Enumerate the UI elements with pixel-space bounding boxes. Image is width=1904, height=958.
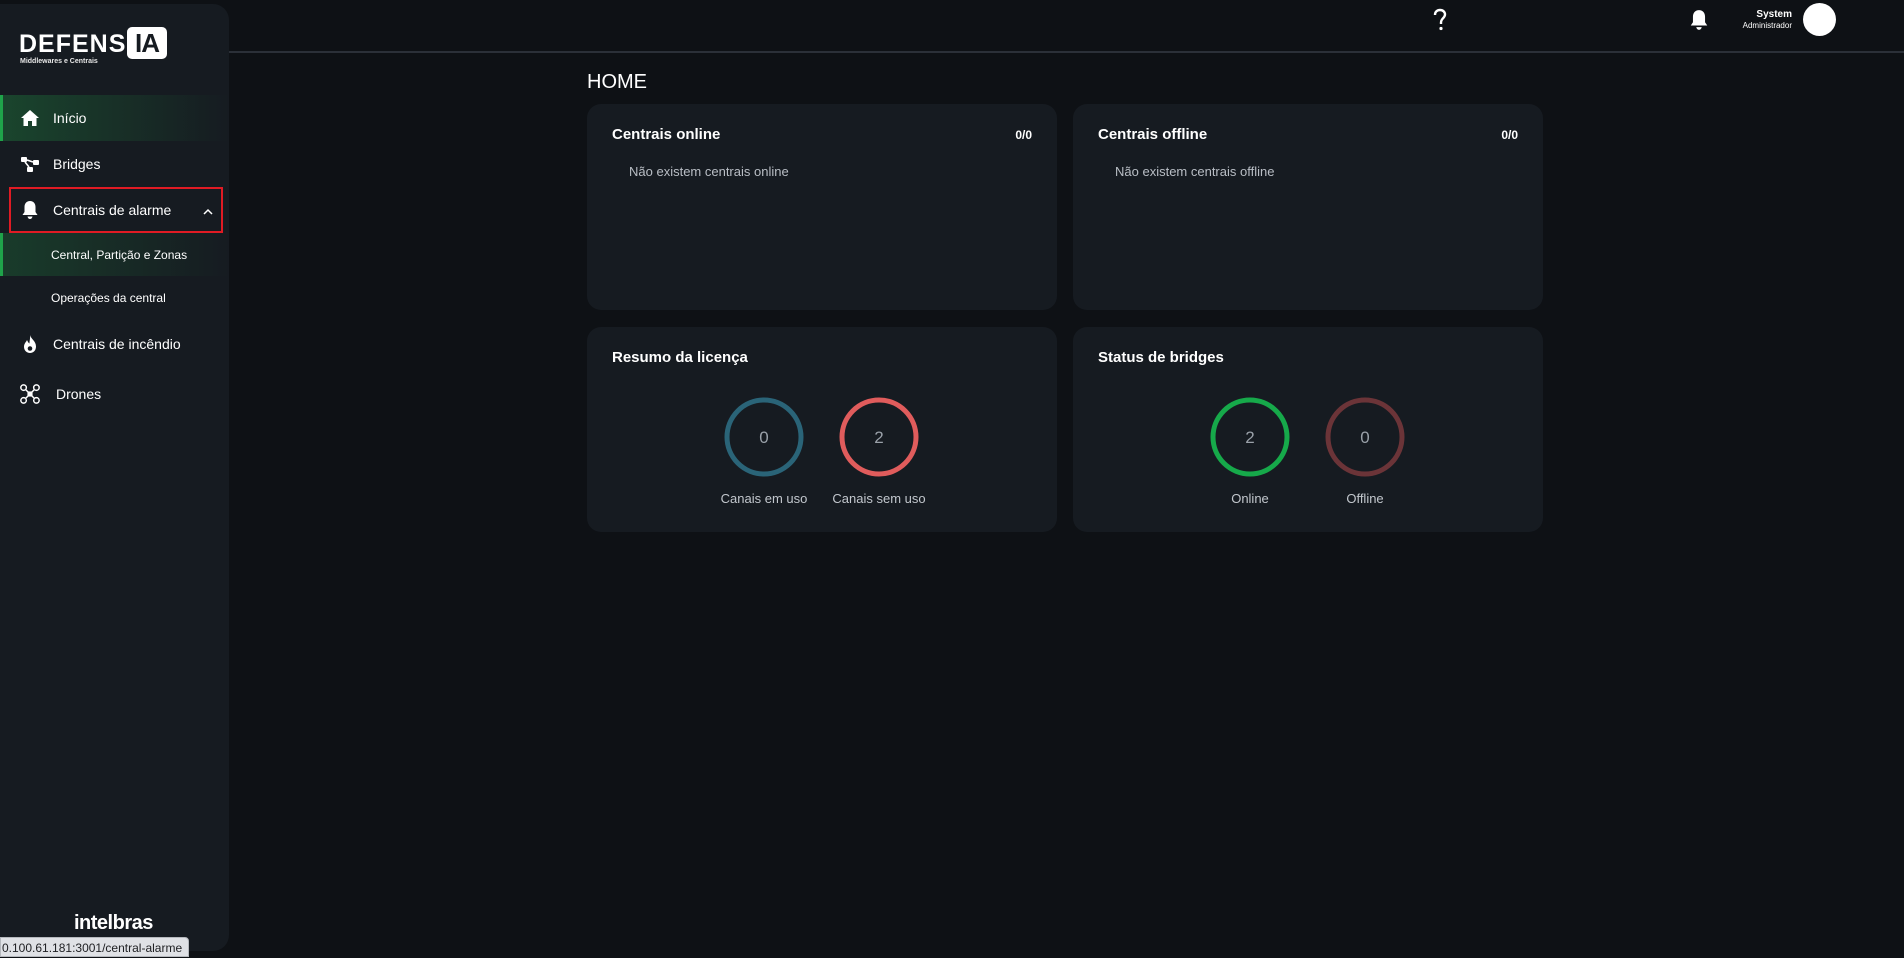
logo-badge: IA [127, 27, 167, 59]
logo-subtitle: Middlewares e Centrais [20, 58, 98, 65]
sidebar-item-label: Início [53, 110, 87, 126]
empty-message: Não existem centrais online [629, 164, 789, 179]
user-role: Administrador [1742, 21, 1792, 30]
logo-word: DEFENSE [19, 30, 145, 58]
flame-icon [19, 333, 41, 355]
sidebar-subitem-central-particao-zonas[interactable]: Central, Partição e Zonas [0, 233, 229, 276]
sidebar-nav: Início Bridges Centrais de alarme Centra… [0, 95, 229, 417]
card-centrais-offline: Centrais offline 0/0 Não existem centrai… [1073, 104, 1543, 310]
bridge-icon [19, 153, 41, 175]
ring-value: 0 [1360, 428, 1369, 447]
card-title: Status de bridges [1098, 349, 1224, 366]
chevron-up-icon[interactable] [203, 203, 213, 221]
sidebar-item-drones[interactable]: Drones [0, 371, 229, 417]
drone-icon [19, 383, 41, 405]
sidebar: DEFENSE IA Middlewares e Centrais Início… [0, 4, 229, 951]
sidebar-item-label: Bridges [53, 156, 101, 172]
sidebar-item-label: Centrais de incêndio [53, 336, 181, 352]
sidebar-item-label: Centrais de alarme [53, 202, 172, 218]
card-count: 0/0 [1015, 128, 1032, 142]
card-title: Centrais offline [1098, 126, 1208, 143]
ring-label: Offline [1346, 491, 1384, 506]
ring-canais-em-uso: 0 [723, 396, 805, 478]
card-title: Centrais online [612, 126, 721, 143]
user-name[interactable]: System [1756, 9, 1792, 20]
empty-message: Não existem centrais offline [1115, 164, 1275, 179]
top-bar [229, 0, 1904, 53]
help-icon[interactable] [1432, 8, 1454, 36]
sidebar-item-centrais-de-alarme[interactable]: Centrais de alarme [9, 187, 223, 233]
sidebar-item-inicio[interactable]: Início [0, 95, 229, 141]
card-status-bridges: Status de bridges 2 Online 0 Offline [1073, 327, 1543, 532]
notification-bell-icon[interactable] [1689, 9, 1709, 36]
home-icon [19, 107, 41, 129]
ring-value: 0 [759, 428, 768, 447]
card-title: Resumo da licença [612, 349, 748, 366]
sidebar-item-label: Drones [56, 386, 102, 402]
ring-value: 2 [1245, 428, 1254, 447]
card-resumo-licenca: Resumo da licença 0 Canais em uso 2 Cana… [587, 327, 1057, 532]
card-count: 0/0 [1501, 128, 1518, 142]
ring-value: 2 [874, 428, 883, 447]
ring-bridges-online: 2 [1209, 396, 1291, 478]
intelbras-logo: intelbras [74, 912, 153, 934]
status-url: 0.100.61.181:3001/central-alarme [0, 937, 190, 957]
bell-icon [19, 199, 41, 221]
avatar[interactable] [1803, 3, 1836, 36]
ring-label: Canais sem uso [832, 491, 926, 506]
ring-bridges-offline: 0 [1324, 396, 1406, 478]
card-centrais-online: Centrais online 0/0 Não existem centrais… [587, 104, 1057, 310]
ring-canais-sem-uso: 2 [838, 396, 920, 478]
page-title: HOME [587, 71, 647, 93]
sidebar-subitem-operacoes-central[interactable]: Operações da central [0, 276, 229, 319]
sidebar-item-centrais-de-incendio[interactable]: Centrais de incêndio [0, 321, 229, 367]
sidebar-item-bridges[interactable]: Bridges [0, 141, 229, 187]
